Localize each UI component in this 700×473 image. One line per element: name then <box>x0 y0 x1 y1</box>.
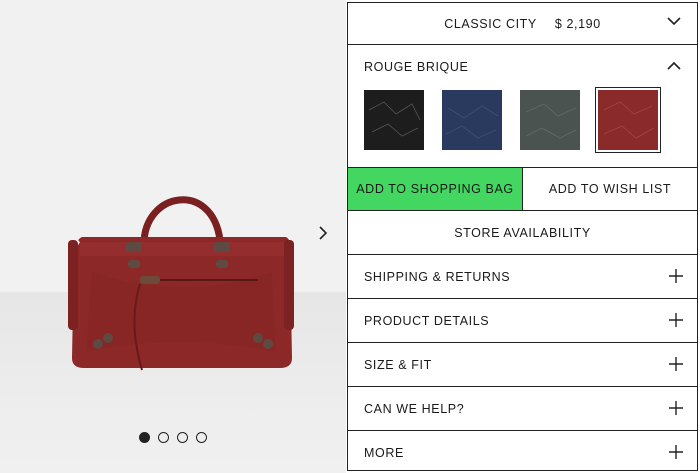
swatch-rouge-brique[interactable] <box>596 88 660 152</box>
accordion-label: CAN WE HELP? <box>364 401 465 416</box>
carousel-dot-3[interactable] <box>177 432 188 443</box>
accordion-more[interactable]: MORE <box>348 431 697 473</box>
accordion-label: SIZE & FIT <box>364 357 432 372</box>
accordion-size-fit[interactable]: SIZE & FIT <box>348 343 697 387</box>
plus-icon <box>669 445 683 459</box>
carousel-dots <box>139 432 207 443</box>
selected-color-label: ROUGE BRIQUE <box>364 60 469 74</box>
plus-icon <box>669 357 683 371</box>
color-selector-header[interactable]: ROUGE BRIQUE <box>348 45 697 89</box>
product-panel: CLASSIC CITY $ 2,190 ROUGE BRIQUE ADD TO… <box>347 2 698 471</box>
carousel-dot-2[interactable] <box>158 432 169 443</box>
color-selector: ROUGE BRIQUE <box>348 45 697 168</box>
accordion-can-we-help[interactable]: CAN WE HELP? <box>348 387 697 431</box>
accordion-product-details[interactable]: PRODUCT DETAILS <box>348 299 697 343</box>
plus-icon <box>669 269 683 283</box>
product-image[interactable] <box>62 182 302 372</box>
product-name: CLASSIC CITY <box>444 16 537 31</box>
chevron-right-icon <box>319 226 328 240</box>
purchase-actions: ADD TO SHOPPING BAG ADD TO WISH LIST <box>348 168 697 211</box>
plus-icon <box>669 401 683 415</box>
product-header[interactable]: CLASSIC CITY $ 2,190 <box>348 3 697 45</box>
accordion-label: MORE <box>364 446 404 460</box>
plus-icon <box>669 313 683 327</box>
carousel-dot-4[interactable] <box>196 432 207 443</box>
product-price: $ 2,190 <box>554 16 601 31</box>
chevron-up-icon <box>667 61 681 70</box>
next-image-arrow[interactable] <box>312 222 334 244</box>
store-availability-button[interactable]: STORE AVAILABILITY <box>348 211 697 255</box>
chevron-down-icon <box>667 17 681 26</box>
swatch-navy[interactable] <box>442 90 502 150</box>
accordion-label: PRODUCT DETAILS <box>364 313 490 328</box>
add-to-wishlist-button[interactable]: ADD TO WISH LIST <box>523 168 697 210</box>
carousel-dot-1[interactable] <box>139 432 150 443</box>
accordion-label: SHIPPING & RETURNS <box>364 269 511 284</box>
add-to-bag-button[interactable]: ADD TO SHOPPING BAG <box>348 168 523 210</box>
swatch-black[interactable] <box>364 90 424 150</box>
product-image-gallery <box>0 0 346 473</box>
accordion-shipping-returns[interactable]: SHIPPING & RETURNS <box>348 255 697 299</box>
swatch-slate-green[interactable] <box>520 90 580 150</box>
